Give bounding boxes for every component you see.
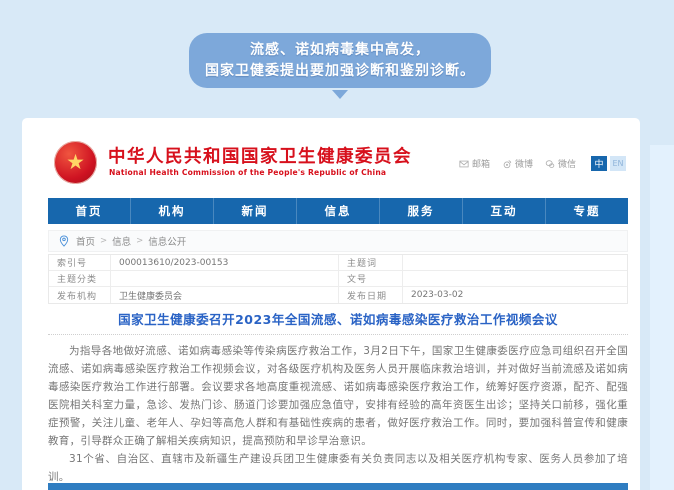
breadcrumb-information[interactable]: 信息 xyxy=(112,234,131,248)
site-title: 中华人民共和国国家卫生健康委员会 xyxy=(108,143,412,168)
wechat-icon xyxy=(545,159,555,169)
background-stripe xyxy=(650,145,674,490)
nav-item-topics[interactable]: 专题 xyxy=(545,198,628,224)
language-switch: 中 EN xyxy=(591,156,626,171)
meta-label-issuing-org: 发布机构 xyxy=(49,287,111,303)
page-footer-strip xyxy=(48,483,628,490)
meta-value-index-no: 000013610/2023-00153 xyxy=(111,255,339,271)
screenshot-stage: 流感、诺如病毒集中高发， 国家卫健委提出要加强诊断和鉴别诊断。 ★ 中华人民共和… xyxy=(0,0,674,490)
breadcrumb-info-disclosure[interactable]: 信息公开 xyxy=(148,234,186,248)
nav-item-news[interactable]: 新闻 xyxy=(213,198,296,224)
mail-icon xyxy=(459,159,469,169)
callout-line-1: 流感、诺如病毒集中高发， xyxy=(250,40,430,61)
main-nav: 首页 机构 新闻 信息 服务 互动 专题 xyxy=(48,198,628,224)
website-card: ★ 中华人民共和国国家卫生健康委员会 National Health Commi… xyxy=(22,118,640,490)
article-body: 为指导各地做好流感、诺如病毒感染等传染病医疗救治工作，3月2日下午，国家卫生健康… xyxy=(48,342,628,486)
meta-label-doc-no: 文号 xyxy=(339,271,403,287)
callout-line-2: 国家卫健委提出要加强诊断和鉴别诊断。 xyxy=(205,61,475,82)
location-pin-icon xyxy=(59,235,69,247)
site-header: ★ 中华人民共和国国家卫生健康委员会 National Health Commi… xyxy=(48,118,628,198)
breadcrumb: 首页 > 信息 > 信息公开 xyxy=(48,230,628,252)
meta-value-category xyxy=(111,271,339,287)
site-subtitle: National Health Commission of the People… xyxy=(109,168,386,177)
meta-value-publish-date: 2023-03-02 xyxy=(403,287,627,303)
article-title: 国家卫生健康委召开2023年全国流感、诺如病毒感染医疗救治工作视频会议 xyxy=(48,309,628,328)
breadcrumb-separator: > xyxy=(100,236,107,246)
article-paragraph: 31个省、自治区、直辖市及新疆生产建设兵团卫生健康委有关负责同志以及相关医疗机构… xyxy=(48,450,628,486)
meta-value-subject-words xyxy=(403,255,627,271)
meta-label-category: 主题分类 xyxy=(49,271,111,287)
meta-label-publish-date: 发布日期 xyxy=(339,287,403,303)
weibo-icon xyxy=(502,159,512,169)
weibo-link[interactable]: 微博 xyxy=(502,157,533,170)
header-links: 邮箱 微博 微信 xyxy=(459,156,626,171)
wechat-link[interactable]: 微信 xyxy=(545,157,576,170)
callout-bubble: 流感、诺如病毒集中高发， 国家卫健委提出要加强诊断和鉴别诊断。 xyxy=(189,33,491,88)
nav-item-information[interactable]: 信息 xyxy=(296,198,379,224)
document-meta-table: 索引号 000013610/2023-00153 主题词 主题分类 文号 发布机… xyxy=(48,254,628,304)
language-en-button[interactable]: EN xyxy=(610,156,626,171)
national-emblem-icon: ★ xyxy=(54,141,97,184)
language-zh-button[interactable]: 中 xyxy=(591,156,607,171)
mail-link[interactable]: 邮箱 xyxy=(459,157,490,170)
nav-item-institutions[interactable]: 机构 xyxy=(130,198,213,224)
nav-item-services[interactable]: 服务 xyxy=(379,198,462,224)
breadcrumb-separator: > xyxy=(136,236,143,246)
title-divider xyxy=(48,334,628,335)
meta-label-subject-words: 主题词 xyxy=(339,255,403,271)
nav-item-home[interactable]: 首页 xyxy=(48,198,130,224)
article-paragraph: 为指导各地做好流感、诺如病毒感染等传染病医疗救治工作，3月2日下午，国家卫生健康… xyxy=(48,342,628,450)
meta-value-issuing-org: 卫生健康委员会 xyxy=(111,287,339,303)
nav-item-interaction[interactable]: 互动 xyxy=(462,198,545,224)
meta-label-index-no: 索引号 xyxy=(49,255,111,271)
breadcrumb-home[interactable]: 首页 xyxy=(76,234,95,248)
meta-value-doc-no xyxy=(403,271,627,287)
